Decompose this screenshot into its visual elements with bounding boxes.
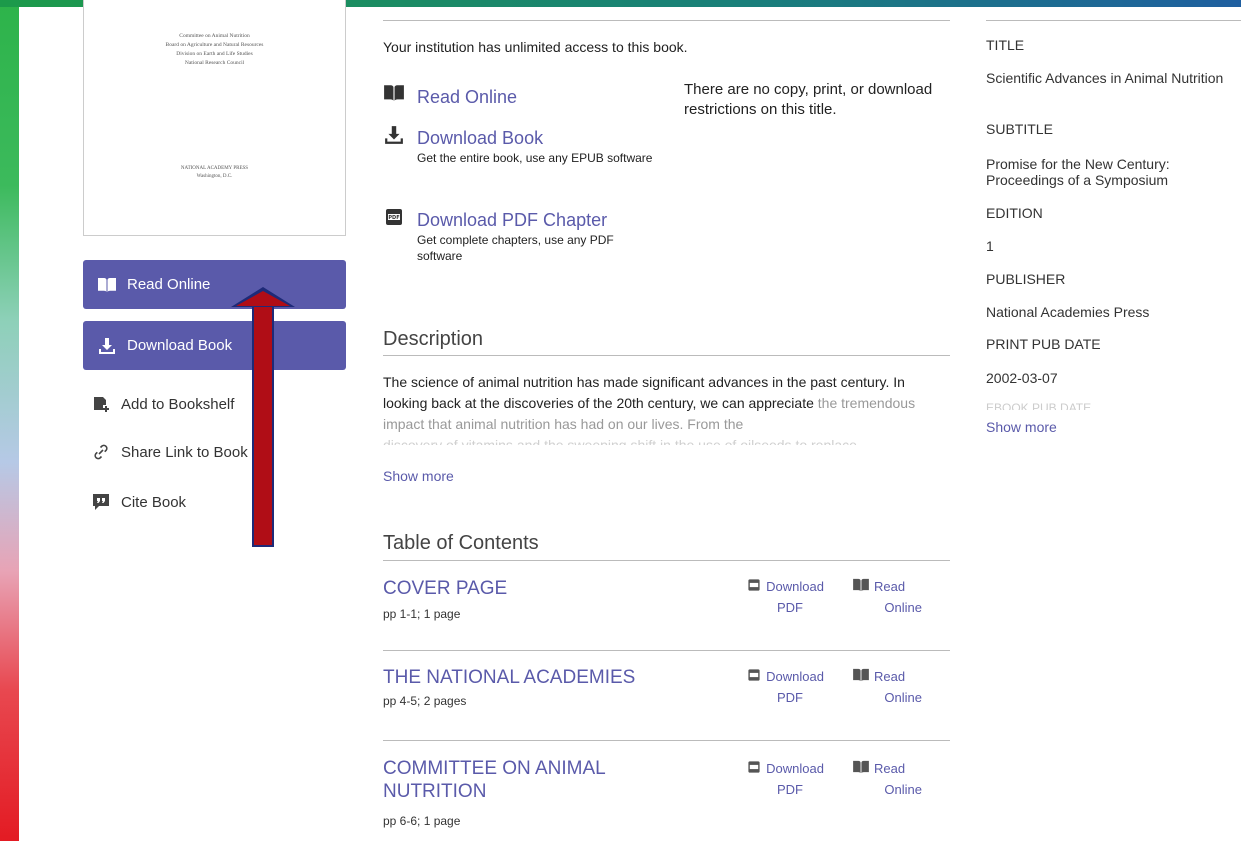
toc-download-pdf-button[interactable]: Download PDF	[738, 577, 824, 618]
cover-line: Committee on Animal Nutrition	[179, 33, 250, 39]
description-show-more-link[interactable]: Show more	[383, 468, 454, 484]
open-book-icon	[383, 84, 405, 104]
toc-heading: Table of Contents	[383, 532, 539, 554]
toc-read-online-button[interactable]: Read Online	[852, 577, 922, 618]
toc-item-pages: pp 1-1; 1 page	[383, 607, 461, 621]
toc-online-label: Online	[884, 599, 922, 615]
book-cover: Committee on Animal Nutrition Board on A…	[83, 0, 346, 236]
toc-download-label: Download	[766, 579, 824, 594]
subtitle-label: SUBTITLE	[986, 121, 1053, 137]
download-book-button[interactable]: Download Book	[83, 321, 346, 370]
print-pub-date-value: 2002-03-07	[986, 370, 1058, 386]
toc-item-pages: pp 6-6; 1 page	[383, 814, 461, 828]
description-line-hidden: discovery of vitamins and the sweeping s…	[383, 437, 857, 445]
read-online-option[interactable]: Read Online	[383, 84, 517, 107]
description-text: The science of animal nutrition has made…	[383, 372, 953, 445]
publisher-value: National Academies Press	[986, 304, 1150, 320]
add-to-bookshelf-label: Add to Bookshelf	[121, 395, 235, 413]
toc-item-title[interactable]: THE NATIONAL ACADEMIES	[383, 666, 683, 689]
add-to-bookshelf-link[interactable]: Add to Bookshelf	[91, 392, 234, 416]
cite-book-label: Cite Book	[121, 493, 187, 511]
share-link-label: Share Link to Book	[121, 443, 248, 461]
toc-item-title[interactable]: COVER PAGE	[383, 577, 683, 600]
pdf-icon	[746, 760, 762, 780]
description-divider	[383, 355, 950, 356]
title-value: Scientific Advances in Animal Nutrition	[986, 70, 1224, 86]
toc-divider	[383, 560, 950, 561]
pdf-icon	[746, 668, 762, 688]
cover-line: Division on Earth and Life Studies	[176, 51, 253, 57]
cover-publisher: NATIONAL ACADEMY PRESS Washington, D.C.	[84, 165, 345, 181]
section-divider	[383, 20, 950, 21]
toc-read-online-button[interactable]: Read Online	[852, 667, 922, 708]
toc-download-pdf-button[interactable]: Download PDF	[738, 759, 824, 800]
toc-pdf-label: PDF	[777, 599, 803, 615]
pdf-icon: PDF	[383, 207, 405, 227]
ebook-pub-date-label: EBOOK PUB DATE	[986, 401, 1092, 410]
share-link-to-book-link[interactable]: Share Link to Book	[91, 440, 248, 464]
title-label: TITLE	[986, 37, 1025, 53]
cover-publisher-line: Washington, D.C.	[196, 174, 233, 179]
download-icon	[383, 125, 405, 145]
edition-value: 1	[986, 238, 994, 254]
read-online-option-title: Read Online	[417, 87, 518, 107]
publisher-label: PUBLISHER	[986, 271, 1066, 287]
download-book-option-title: Download Book	[417, 128, 544, 148]
cover-publisher-line: NATIONAL ACADEMY PRESS	[180, 166, 249, 171]
download-book-option-desc: Get the entire book, use any EPUB softwa…	[417, 151, 653, 165]
toc-read-online-button[interactable]: Read Online	[852, 759, 922, 800]
toc-pdf-label: PDF	[777, 689, 803, 705]
annotation-arrow-shaft	[252, 305, 274, 547]
toc-online-label: Online	[884, 689, 922, 705]
read-online-label: Read Online	[127, 276, 211, 293]
toc-item-pages: pp 4-5; 2 pages	[383, 694, 467, 708]
quote-icon	[91, 492, 111, 512]
cite-book-link[interactable]: Cite Book	[91, 490, 186, 514]
cover-line: Board on Agriculture and Natural Resourc…	[165, 42, 264, 48]
toc-download-pdf-button[interactable]: Download PDF	[738, 667, 824, 708]
download-pdf-chapter-desc: Get complete chapters, use any PDF softw…	[417, 233, 614, 263]
metadata-divider	[986, 20, 1241, 21]
edition-label: EDITION	[986, 205, 1043, 221]
annotation-arrow-head-fill	[236, 291, 290, 306]
restrictions-note: There are no copy, print, or download re…	[684, 81, 933, 118]
cover-committee-lines: Committee on Animal Nutrition Board on A…	[84, 32, 345, 68]
open-book-icon	[852, 760, 870, 780]
access-message: Your institution has unlimited access to…	[383, 39, 688, 55]
toc-pdf-label: PDF	[777, 781, 803, 797]
toc-read-label: Read	[874, 669, 906, 684]
toc-read-label: Read	[874, 761, 906, 776]
link-icon	[91, 442, 111, 462]
toc-download-label: Download	[766, 761, 824, 776]
toc-row-divider	[383, 740, 950, 741]
description-heading: Description	[383, 328, 484, 350]
toc-online-label: Online	[884, 781, 922, 797]
download-pdf-chapter-title: Download PDF Chapter	[417, 210, 608, 230]
svg-text:PDF: PDF	[388, 215, 399, 221]
subtitle-value: Promise for the New Century: Proceedings…	[986, 156, 1170, 188]
download-book-label: Download Book	[127, 337, 233, 354]
download-book-option[interactable]: Download Book Get the entire book, use a…	[383, 125, 657, 166]
download-pdf-chapter-option[interactable]: PDF Download PDF Chapter Get complete ch…	[383, 207, 657, 264]
print-pub-date-label: PRINT PUB DATE	[986, 336, 1101, 352]
open-book-icon	[852, 668, 870, 688]
toc-item-title[interactable]: COMMITTEE ON ANIMAL NUTRITION	[383, 757, 663, 803]
toc-read-label: Read	[874, 579, 906, 594]
download-icon	[97, 337, 117, 355]
open-book-icon	[97, 276, 117, 294]
left-decor-strip	[0, 0, 19, 841]
cover-line: National Research Council	[184, 60, 245, 66]
open-book-icon	[852, 578, 870, 598]
bookshelf-add-icon	[91, 394, 111, 414]
read-online-button[interactable]: Read Online	[83, 260, 346, 309]
toc-download-label: Download	[766, 669, 824, 684]
pdf-icon	[746, 578, 762, 598]
metadata-show-more-link[interactable]: Show more	[986, 419, 1057, 435]
toc-row-divider	[383, 650, 950, 651]
